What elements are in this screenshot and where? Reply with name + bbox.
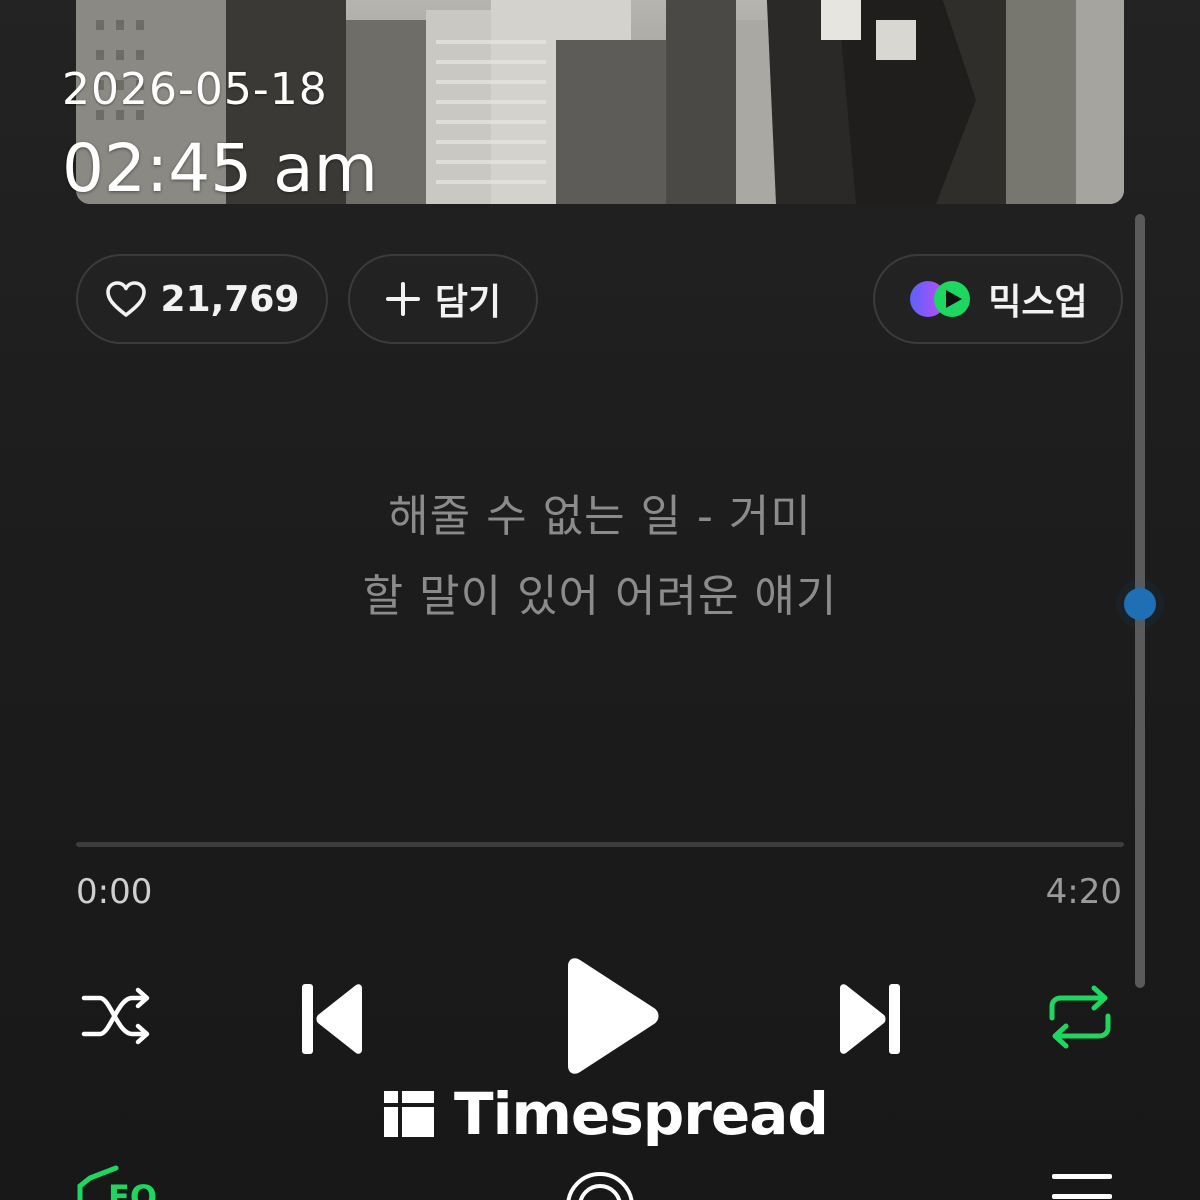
lyric-title-line[interactable]: 해줄 수 없는 일 - 거미 bbox=[0, 480, 1200, 544]
eq-icon[interactable]: EQ bbox=[76, 1164, 166, 1200]
repeat-icon[interactable] bbox=[1044, 984, 1116, 1050]
shuffle-icon[interactable] bbox=[80, 986, 156, 1046]
heart-icon bbox=[105, 281, 146, 317]
add-label: 담기 bbox=[434, 282, 502, 323]
overlay-date: 2026-05-18 bbox=[62, 64, 328, 115]
player-screen: 2026-05-18 02:45 am 21,769 담기 믹스업 해줄 수 없… bbox=[0, 0, 1200, 1200]
play-icon[interactable] bbox=[560, 956, 664, 1076]
skip-previous-icon[interactable] bbox=[300, 982, 368, 1056]
like-button[interactable]: 21,769 bbox=[76, 254, 328, 344]
eq-label: EQ bbox=[108, 1178, 157, 1200]
watermark-text: Timespread bbox=[454, 1080, 829, 1148]
playlist-icon[interactable] bbox=[1050, 1170, 1116, 1200]
total-time: 4:20 bbox=[1045, 872, 1122, 912]
timespread-watermark: Timespread bbox=[384, 1080, 829, 1148]
skip-next-icon[interactable] bbox=[834, 982, 902, 1056]
mixup-icon bbox=[910, 281, 971, 317]
progress-bar[interactable] bbox=[76, 842, 1124, 847]
overlay-time: 02:45 am bbox=[62, 130, 378, 207]
lyric-line[interactable]: 할 말이 있어 어려운 얘기 bbox=[0, 560, 1200, 624]
scrollbar-thumb[interactable] bbox=[1124, 588, 1156, 620]
mixup-button[interactable]: 믹스업 bbox=[873, 254, 1123, 344]
mixup-label: 믹스업 bbox=[988, 282, 1088, 323]
elapsed-time: 0:00 bbox=[76, 872, 153, 912]
timespread-logo-icon bbox=[384, 1091, 434, 1137]
cast-icon[interactable] bbox=[560, 1166, 640, 1200]
add-to-playlist-button[interactable]: 담기 bbox=[348, 254, 538, 344]
like-count: 21,769 bbox=[160, 278, 300, 320]
plus-icon bbox=[385, 282, 420, 316]
